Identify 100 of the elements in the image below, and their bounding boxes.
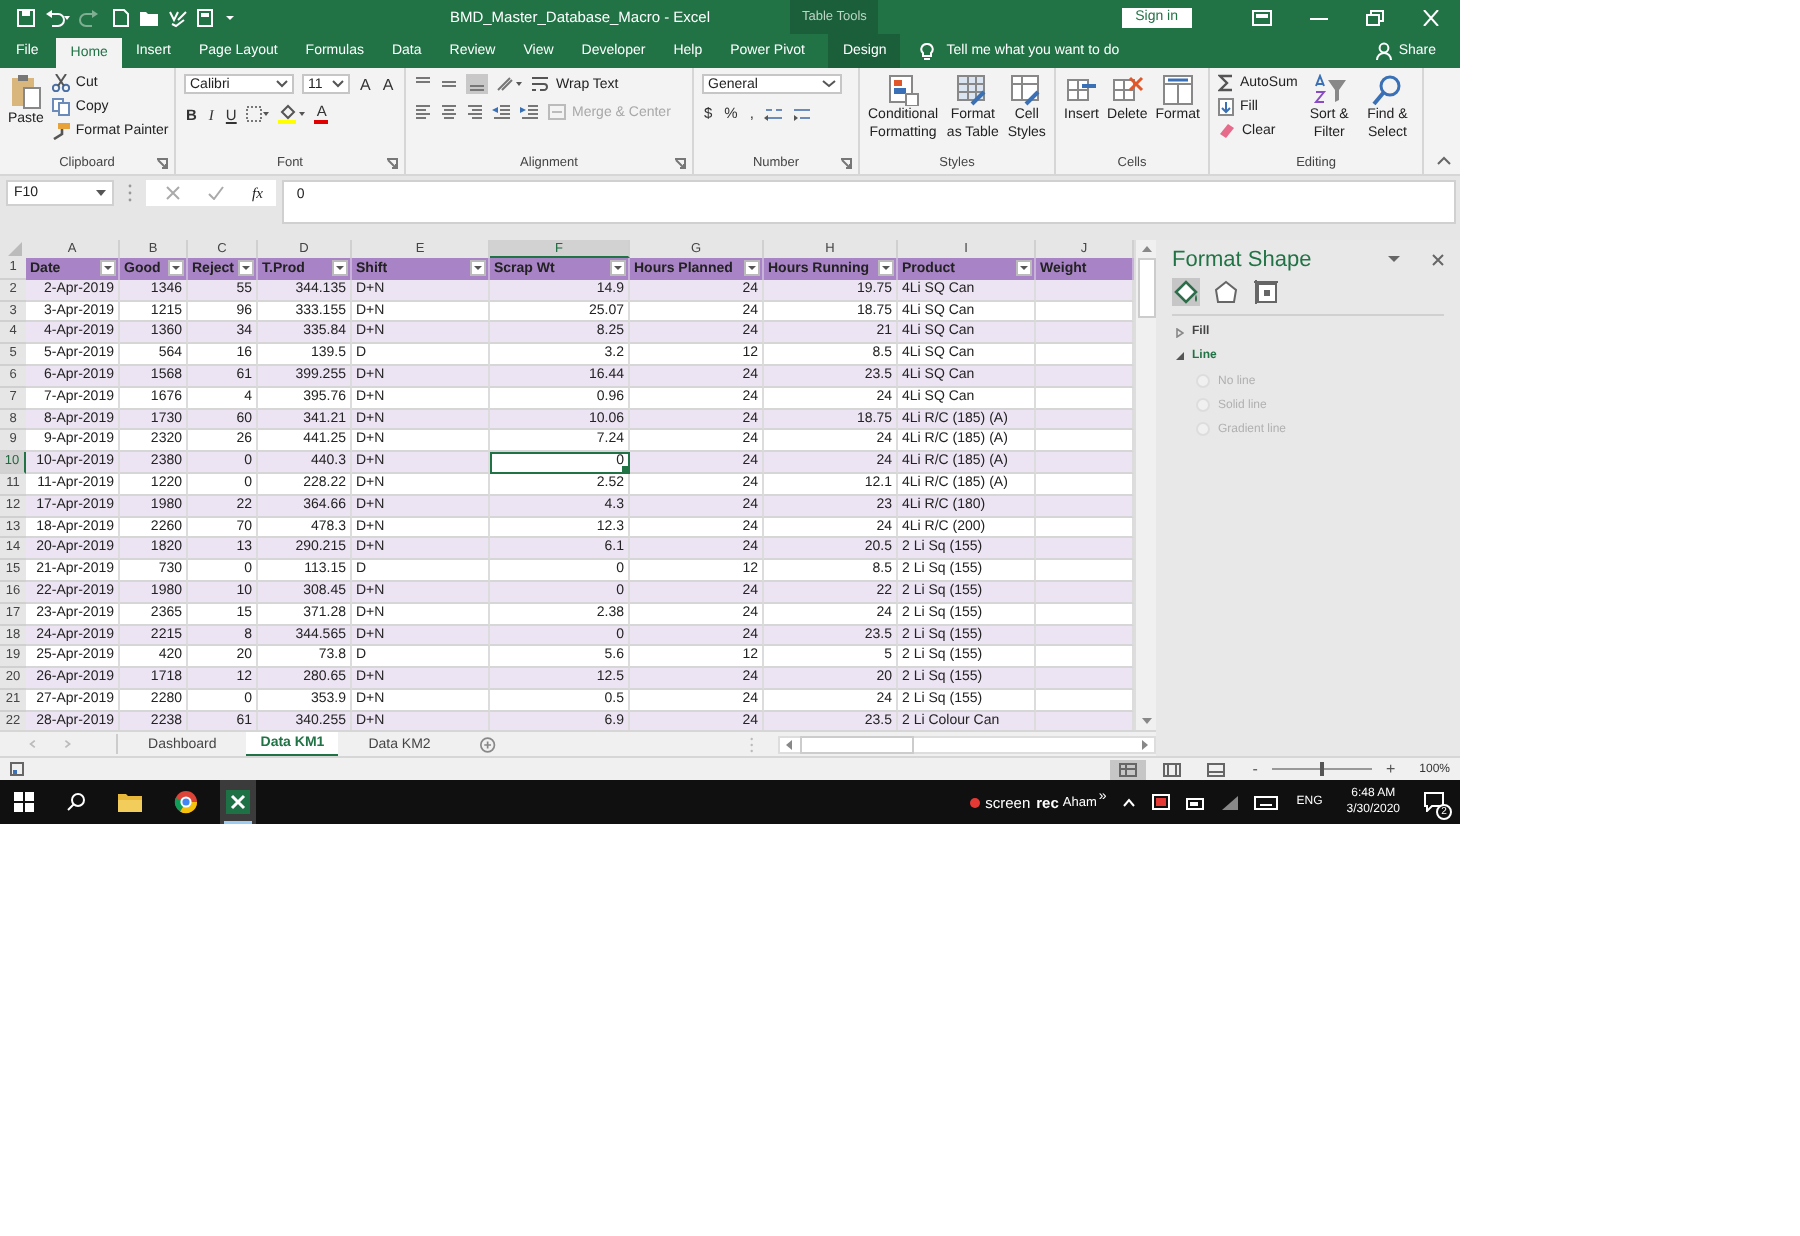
filter-dropdown-icon[interactable] [1016, 260, 1032, 277]
restore-icon[interactable] [1366, 9, 1384, 25]
magnifier-icon [1371, 74, 1404, 106]
undo-icon[interactable] [44, 7, 70, 27]
zoom-in-button[interactable]: + [1375, 760, 1406, 778]
macro-record-icon[interactable] [10, 762, 24, 776]
record-dot-icon [969, 797, 980, 807]
conditional-formatting-icon [887, 74, 920, 106]
table-cell [1036, 365, 1134, 388]
table-cell [1036, 452, 1134, 474]
horizontal-scrollbar[interactable] [777, 735, 1156, 753]
battery-icon[interactable] [1186, 795, 1207, 809]
align-center-icon[interactable] [440, 104, 458, 120]
dialog-launcher-icon[interactable] [156, 158, 168, 170]
filter-dropdown-icon[interactable] [610, 260, 626, 277]
filter-dropdown-icon[interactable] [332, 260, 348, 277]
scrollbar-thumb[interactable] [1137, 258, 1155, 318]
filter-dropdown-icon[interactable] [744, 260, 760, 277]
windows-logo-icon[interactable] [14, 792, 34, 812]
scroll-right-icon[interactable] [1140, 737, 1150, 751]
filter-dropdown-icon[interactable] [168, 260, 184, 277]
insert-cells-icon [1065, 74, 1098, 106]
scissors-icon [51, 74, 70, 92]
eraser-icon [1218, 122, 1236, 138]
table-cell [1036, 279, 1134, 302]
dialog-launcher-icon[interactable] [386, 158, 398, 170]
clipboard-icon [9, 74, 42, 110]
browser-icon[interactable] [174, 790, 198, 814]
calculator-icon[interactable] [196, 7, 214, 27]
pane-options-caret-icon[interactable] [1388, 256, 1400, 264]
lightbulb-icon [920, 41, 935, 61]
ribbon-display-icon[interactable] [1252, 9, 1272, 25]
pane-title: Format Shape [1172, 248, 1312, 272]
increase-font-size-button[interactable]: A [358, 75, 373, 93]
pentagon-icon[interactable] [1212, 278, 1240, 306]
table-cell [1036, 495, 1134, 518]
delete-cells-icon [1111, 74, 1144, 106]
scroll-down-icon[interactable] [1139, 716, 1153, 726]
borders-icon[interactable] [246, 106, 271, 122]
align-bottom-icon[interactable] [466, 74, 488, 94]
add-sheet-icon[interactable] [480, 735, 496, 753]
keyboard-icon[interactable] [1254, 795, 1279, 809]
sort-filter-icon [1311, 74, 1348, 106]
table-cell [1036, 581, 1134, 604]
decrease-font-size-button[interactable]: A [380, 75, 396, 93]
recording-icon[interactable] [1152, 794, 1171, 810]
search-icon[interactable] [66, 792, 86, 812]
dropdown-caret-icon [96, 190, 106, 196]
save-icon[interactable] [16, 7, 36, 27]
table-cell [1036, 322, 1134, 345]
slider-thumb[interactable] [1319, 762, 1324, 776]
vertical-scrollbar[interactable] [1134, 240, 1156, 730]
normal-view-icon[interactable] [1110, 759, 1147, 779]
cell-styles-icon [1010, 74, 1043, 106]
increase-indent-icon[interactable] [520, 104, 540, 120]
close-icon[interactable] [1432, 254, 1444, 266]
dialog-launcher-icon[interactable] [674, 158, 686, 170]
checkmark-icon[interactable] [208, 186, 224, 200]
filter-dropdown-icon[interactable] [238, 260, 254, 277]
dropdown-caret-icon [332, 80, 344, 88]
orientation-icon[interactable] [496, 76, 524, 92]
filter-dropdown-icon[interactable] [878, 260, 894, 277]
copy-icon [51, 98, 70, 116]
align-middle-icon[interactable] [440, 76, 458, 92]
filter-dropdown-icon[interactable] [470, 260, 486, 277]
decrease-decimal-icon[interactable] [791, 104, 812, 122]
wifi-icon[interactable] [1222, 795, 1239, 809]
spellcheck-icon[interactable] [168, 7, 188, 27]
notification-icon [1424, 792, 1444, 812]
table-cell [1036, 409, 1134, 431]
collapse-ribbon-icon[interactable] [1436, 156, 1452, 166]
sigma-icon [1218, 74, 1234, 92]
format-cells-icon [1161, 74, 1194, 106]
scroll-left-icon[interactable] [783, 737, 794, 751]
person-icon [1376, 42, 1393, 60]
increase-decimal-icon[interactable] [763, 104, 784, 122]
decrease-indent-icon[interactable] [492, 104, 512, 120]
table-cell [1036, 538, 1134, 561]
scroll-up-icon[interactable] [1139, 244, 1153, 254]
size-properties-icon[interactable] [1252, 278, 1280, 306]
collapsed-triangle-icon [1176, 327, 1184, 337]
folder-icon[interactable] [138, 7, 160, 27]
zoom-out-button[interactable]: - [1242, 760, 1268, 778]
align-right-icon[interactable] [466, 104, 484, 120]
align-left-icon[interactable] [414, 104, 432, 120]
paint-bucket-icon[interactable] [1172, 278, 1200, 306]
dialog-launcher-icon[interactable] [840, 158, 852, 170]
new-file-icon[interactable] [112, 7, 130, 27]
wrap-icon [532, 76, 550, 92]
dropdown-caret-icon [276, 80, 288, 88]
tray-caret-icon[interactable] [1122, 797, 1137, 807]
filter-dropdown-icon[interactable] [100, 260, 116, 277]
fill-down-icon [1218, 98, 1234, 116]
spreadsheet-app-icon[interactable] [220, 780, 256, 824]
expanded-triangle-icon [1176, 351, 1184, 361]
folder-icon[interactable] [118, 792, 142, 812]
scrollbar-thumb[interactable] [799, 735, 914, 753]
merge-icon [548, 104, 566, 120]
dropdown-caret-icon [822, 80, 836, 88]
fill-color-icon[interactable] [278, 104, 307, 124]
